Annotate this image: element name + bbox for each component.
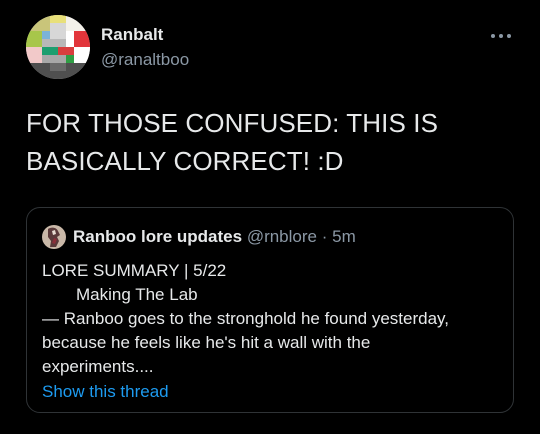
quoted-text-line: LORE SUMMARY | 5/22 (42, 261, 227, 280)
show-thread-link[interactable]: Show this thread (42, 380, 169, 404)
quoted-tweet-text: LORE SUMMARY | 5/22 Making The Lab — Ran… (42, 259, 507, 379)
author-name[interactable]: Ranbalt (101, 24, 163, 46)
quoted-text-line: because he feels like he's hit a wall wi… (42, 333, 371, 352)
quoted-tweet-header: Ranboo lore updates @rnblore · 5m (73, 225, 356, 249)
quoted-author-handle[interactable]: @rnblore (247, 227, 317, 246)
quoted-text-line: — Ranboo goes to the stronghold he found… (42, 309, 450, 328)
quoted-author-avatar[interactable] (42, 225, 66, 249)
quoted-text-line: experiments.... (42, 357, 154, 376)
quoted-text-line: Making The Lab (76, 285, 198, 304)
tweet-text-line: FOR THOSE CONFUSED: THIS IS (26, 108, 439, 138)
more-options-button[interactable] (488, 26, 514, 46)
pixel-avatar-icon (26, 15, 90, 79)
tweet-text-line: BASICALLY CORRECT! :D (26, 146, 344, 176)
quoted-author-name[interactable]: Ranboo lore updates (73, 227, 242, 246)
author-handle[interactable]: @ranaltboo (101, 49, 189, 71)
quoted-tweet-card[interactable]: Ranboo lore updates @rnblore · 5m LORE S… (26, 207, 514, 413)
tweet: Ranbalt @ranaltboo FOR THOSE CONFUSED: T… (0, 0, 540, 434)
tweet-text: FOR THOSE CONFUSED: THIS IS BASICALLY CO… (26, 104, 516, 180)
more-horizontal-icon (491, 34, 511, 38)
quoted-timestamp[interactable]: 5m (332, 227, 356, 246)
quoted-avatar-icon (42, 225, 66, 249)
quoted-separator: · (321, 227, 333, 246)
author-avatar[interactable] (26, 15, 90, 79)
